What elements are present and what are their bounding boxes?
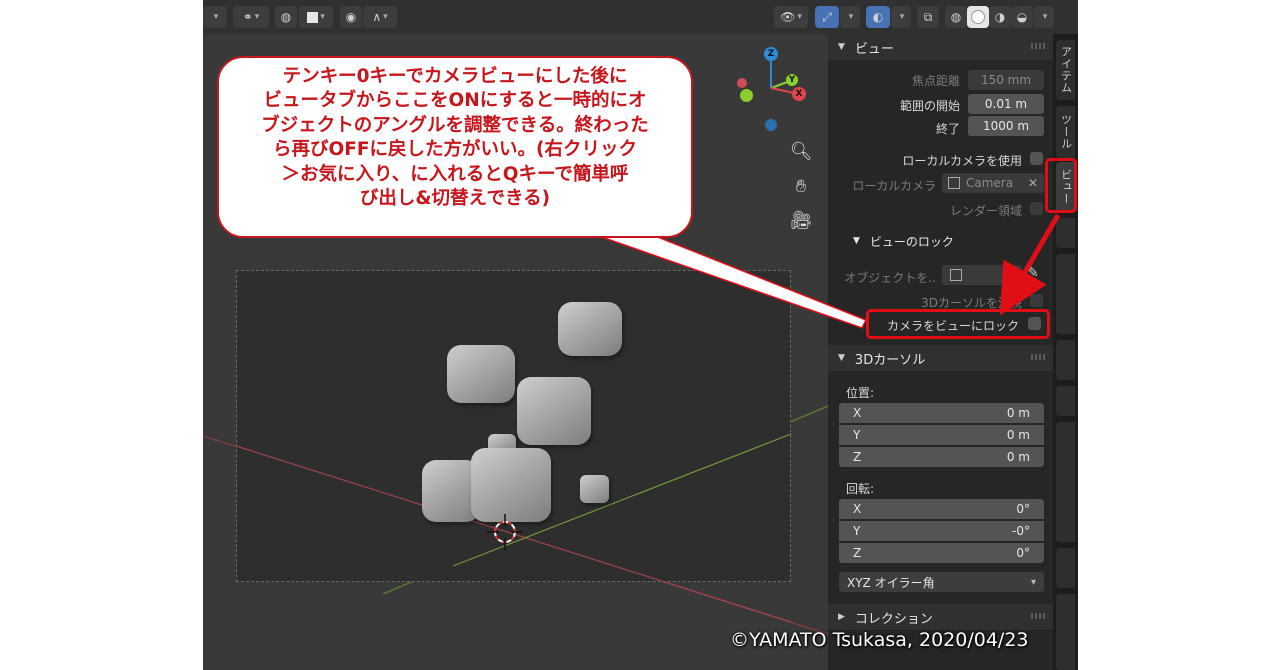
annotation-callout: テンキー0キーでカメラビューにした後に ビュータブからここをONにすると一時的に… (217, 56, 693, 238)
arrow-to-lock-camera (999, 213, 1061, 316)
copyright-credit: ©YAMATO Tsukasa, 2020/04/23 (730, 629, 1029, 651)
